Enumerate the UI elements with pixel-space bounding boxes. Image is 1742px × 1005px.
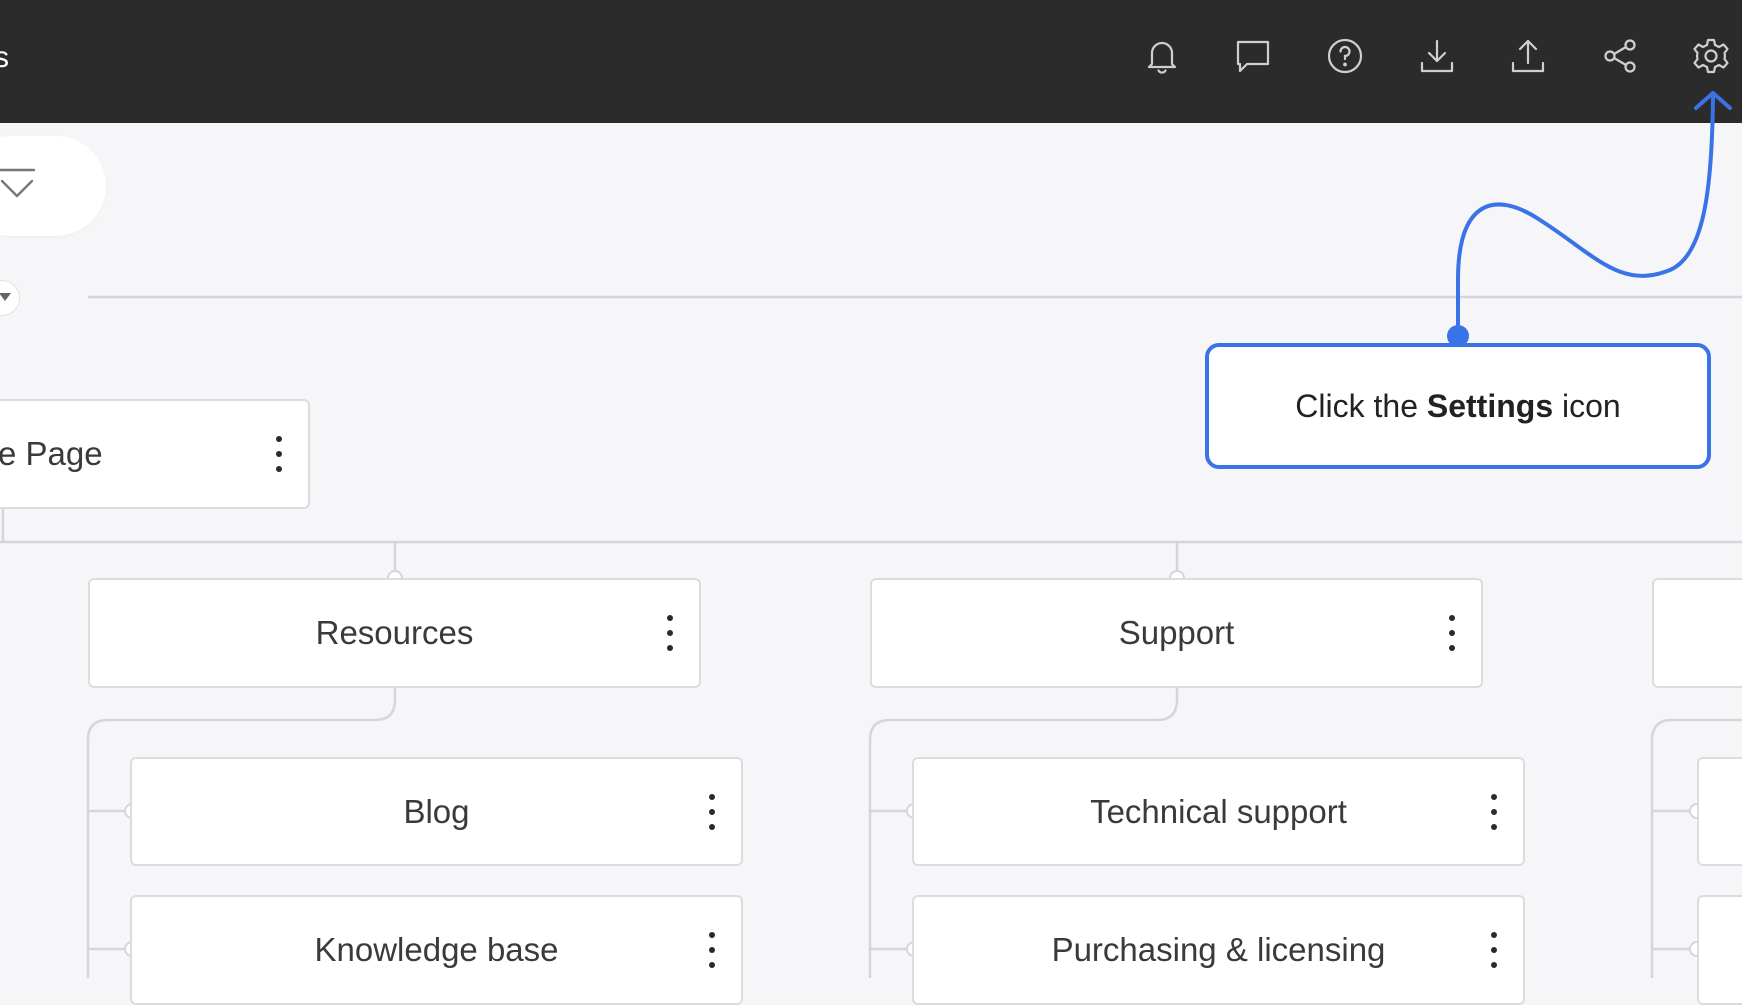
sitemap-node-partial-child[interactable]: [1697, 895, 1742, 1005]
node-label: Support: [1118, 614, 1235, 651]
more-options-icon[interactable]: [707, 793, 717, 830]
sitemap-node-resources[interactable]: Resources: [88, 578, 701, 688]
expand-toggle[interactable]: [0, 280, 20, 316]
more-options-icon[interactable]: [665, 615, 675, 651]
node-label: Blog: [403, 792, 470, 830]
node-label: Technical support: [1090, 792, 1347, 830]
sitemap-node-technical-support[interactable]: Technical support: [912, 757, 1525, 866]
more-options-icon[interactable]: [1447, 615, 1457, 651]
sitemap-node-blog[interactable]: Blog: [130, 757, 743, 866]
bell-icon[interactable]: [1142, 36, 1182, 76]
sitemap-node-partial[interactable]: [1652, 578, 1742, 688]
more-options-icon[interactable]: [1489, 793, 1499, 830]
sitemap-node-purchasing-licensing[interactable]: Purchasing & licensing: [912, 895, 1525, 1005]
node-label: Knowledge base: [314, 931, 559, 968]
node-label: Resources: [315, 614, 474, 651]
instruction-callout: Click the Settings icon: [1205, 343, 1711, 469]
project-title: s: [0, 41, 9, 74]
caret-down-icon: [0, 293, 11, 301]
sitemap-node-partial-child[interactable]: [1697, 757, 1742, 866]
more-options-icon[interactable]: [707, 932, 717, 968]
comment-icon[interactable]: [1233, 36, 1273, 76]
help-icon[interactable]: [1325, 36, 1365, 76]
collapse-control[interactable]: [0, 136, 106, 236]
sitemap-node-support[interactable]: Support: [870, 578, 1483, 688]
node-label: e Page: [0, 435, 103, 472]
more-options-icon[interactable]: [274, 436, 284, 472]
collapse-all-icon: [0, 168, 36, 198]
top-toolbar: s: [0, 0, 1742, 123]
download-icon[interactable]: [1417, 36, 1457, 76]
more-options-icon[interactable]: [1489, 932, 1499, 968]
sitemap-node-root[interactable]: e Page: [0, 399, 310, 509]
node-label: Purchasing & licensing: [1051, 931, 1386, 968]
sitemap-node-knowledge-base[interactable]: Knowledge base: [130, 895, 743, 1005]
upload-icon[interactable]: [1508, 36, 1548, 76]
settings-icon[interactable]: [1691, 36, 1731, 76]
callout-text: Click the Settings icon: [1295, 387, 1621, 424]
share-icon[interactable]: [1600, 36, 1640, 76]
